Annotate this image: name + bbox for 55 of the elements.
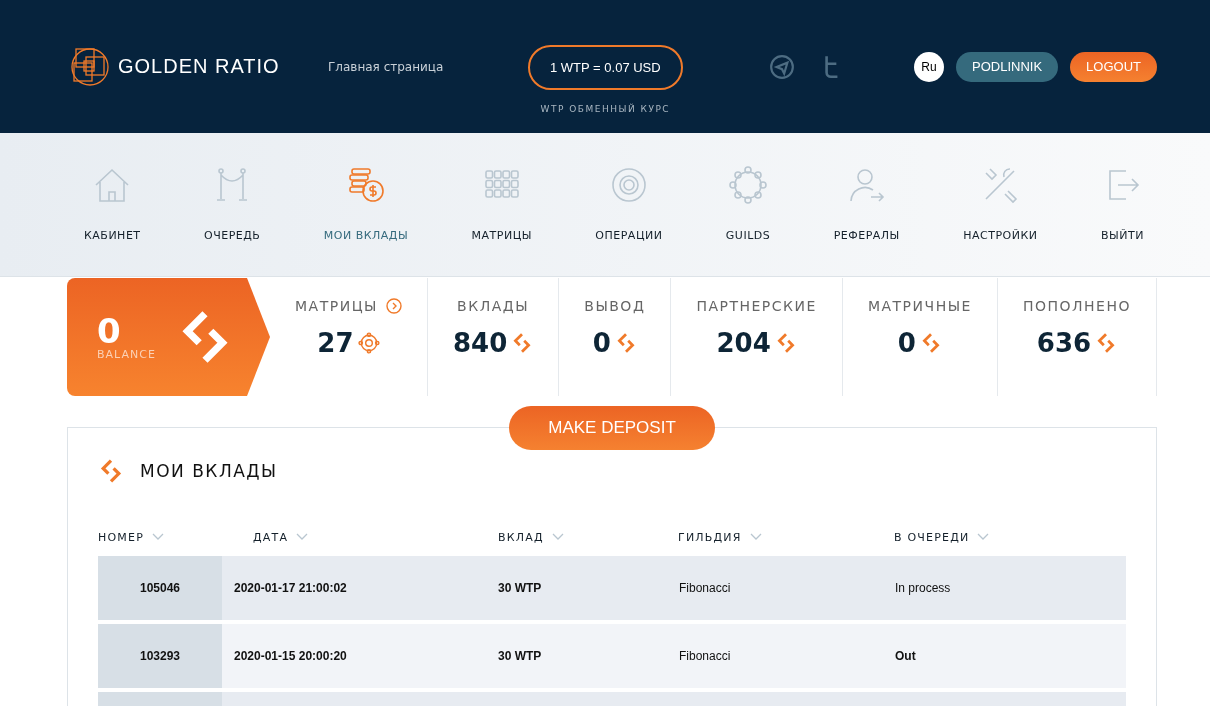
exchange-rate-caption: WTP ОБМЕННЫЙ КУРС: [540, 104, 671, 114]
chevron-down-icon: [296, 533, 309, 541]
language-button[interactable]: Ru: [914, 51, 944, 82]
stat-value: 0: [592, 328, 611, 358]
network-icon: [357, 332, 380, 354]
column-header[interactable]: ГИЛЬДИЯ: [678, 530, 894, 544]
section-title: МОИ ВКЛАДЫ: [140, 461, 278, 481]
network-icon: [728, 165, 769, 205]
table-cell: 105046: [98, 556, 222, 620]
table-cell: 103293: [98, 624, 222, 688]
stat-label: МАТРИЦЫ: [295, 298, 378, 314]
table-cell-text: Out: [895, 649, 917, 663]
column-header[interactable]: ДАТА: [253, 530, 498, 544]
stat-value: 27: [317, 328, 354, 358]
balance-value: 0: [97, 313, 121, 348]
table-cell-text: 2020-01-17 21:00:02: [234, 581, 348, 595]
nav-item[interactable]: GUILDS: [725, 133, 771, 276]
column-header[interactable]: В ОЧЕРЕДИ: [894, 530, 1126, 544]
logo-text[interactable]: GOLDEN RATIO: [118, 55, 280, 78]
nav-item[interactable]: КАБИНЕТ: [84, 133, 141, 276]
stat-label: ВКЛАДЫ: [457, 298, 530, 314]
chevron-down-icon: [977, 533, 990, 541]
chevron-down-icon: [749, 533, 762, 541]
stat-value: 0: [897, 328, 916, 358]
column-header[interactable]: ВКЛАД: [498, 530, 678, 544]
nav-item[interactable]: МОИ ВКЛАДЫ: [323, 133, 409, 276]
paper-plane-icon[interactable]: [768, 53, 795, 80]
exchange-rate-badge: 1 WTP = 0.07 USD: [528, 45, 683, 90]
table-cell-text: Fibonacci: [679, 581, 732, 595]
stat-value: 636: [1036, 328, 1092, 358]
nav-item[interactable]: НАСТРОЙКИ: [963, 133, 1038, 276]
nav-item[interactable]: РЕФЕРАЛЫ: [833, 133, 900, 276]
nav-item[interactable]: МАТРИЦЫ: [471, 133, 532, 276]
arrow-circle-icon[interactable]: [385, 298, 402, 314]
stat-label: ПОПОЛНЕНО: [1022, 298, 1131, 314]
nav-item[interactable]: ВЫЙТИ: [1100, 133, 1144, 276]
table-cell-text: In process: [895, 581, 952, 595]
stat-label: МАТРИЧНЫЕ: [867, 298, 972, 314]
nav-item[interactable]: ОЧЕРЕДЬ: [204, 133, 261, 276]
balance-label: BALANCE: [97, 347, 156, 361]
home-link[interactable]: Главная страница: [328, 59, 528, 74]
table-cell-text: 30 WTP: [498, 649, 543, 663]
table-cell-text: Fibonacci: [679, 649, 732, 663]
table-cell-text: 30 WTP: [498, 581, 543, 595]
chevron-down-icon: [551, 533, 564, 541]
chevron-down-icon: [152, 533, 164, 541]
stat-value: 204: [716, 328, 771, 358]
column-header[interactable]: НОМЕР: [98, 530, 253, 544]
nav-item[interactable]: ОПЕРАЦИИ: [595, 133, 663, 276]
token-icon: [98, 458, 124, 484]
table-cell-text: 2020-01-15 20:00:20: [234, 649, 348, 663]
stat-value: 840: [452, 328, 508, 358]
username-button[interactable]: PODLINNIK: [956, 51, 1059, 82]
stat-label: ПАРТНЕРСКИЕ: [696, 298, 817, 314]
stat-label: ВЫВОД: [584, 298, 646, 314]
